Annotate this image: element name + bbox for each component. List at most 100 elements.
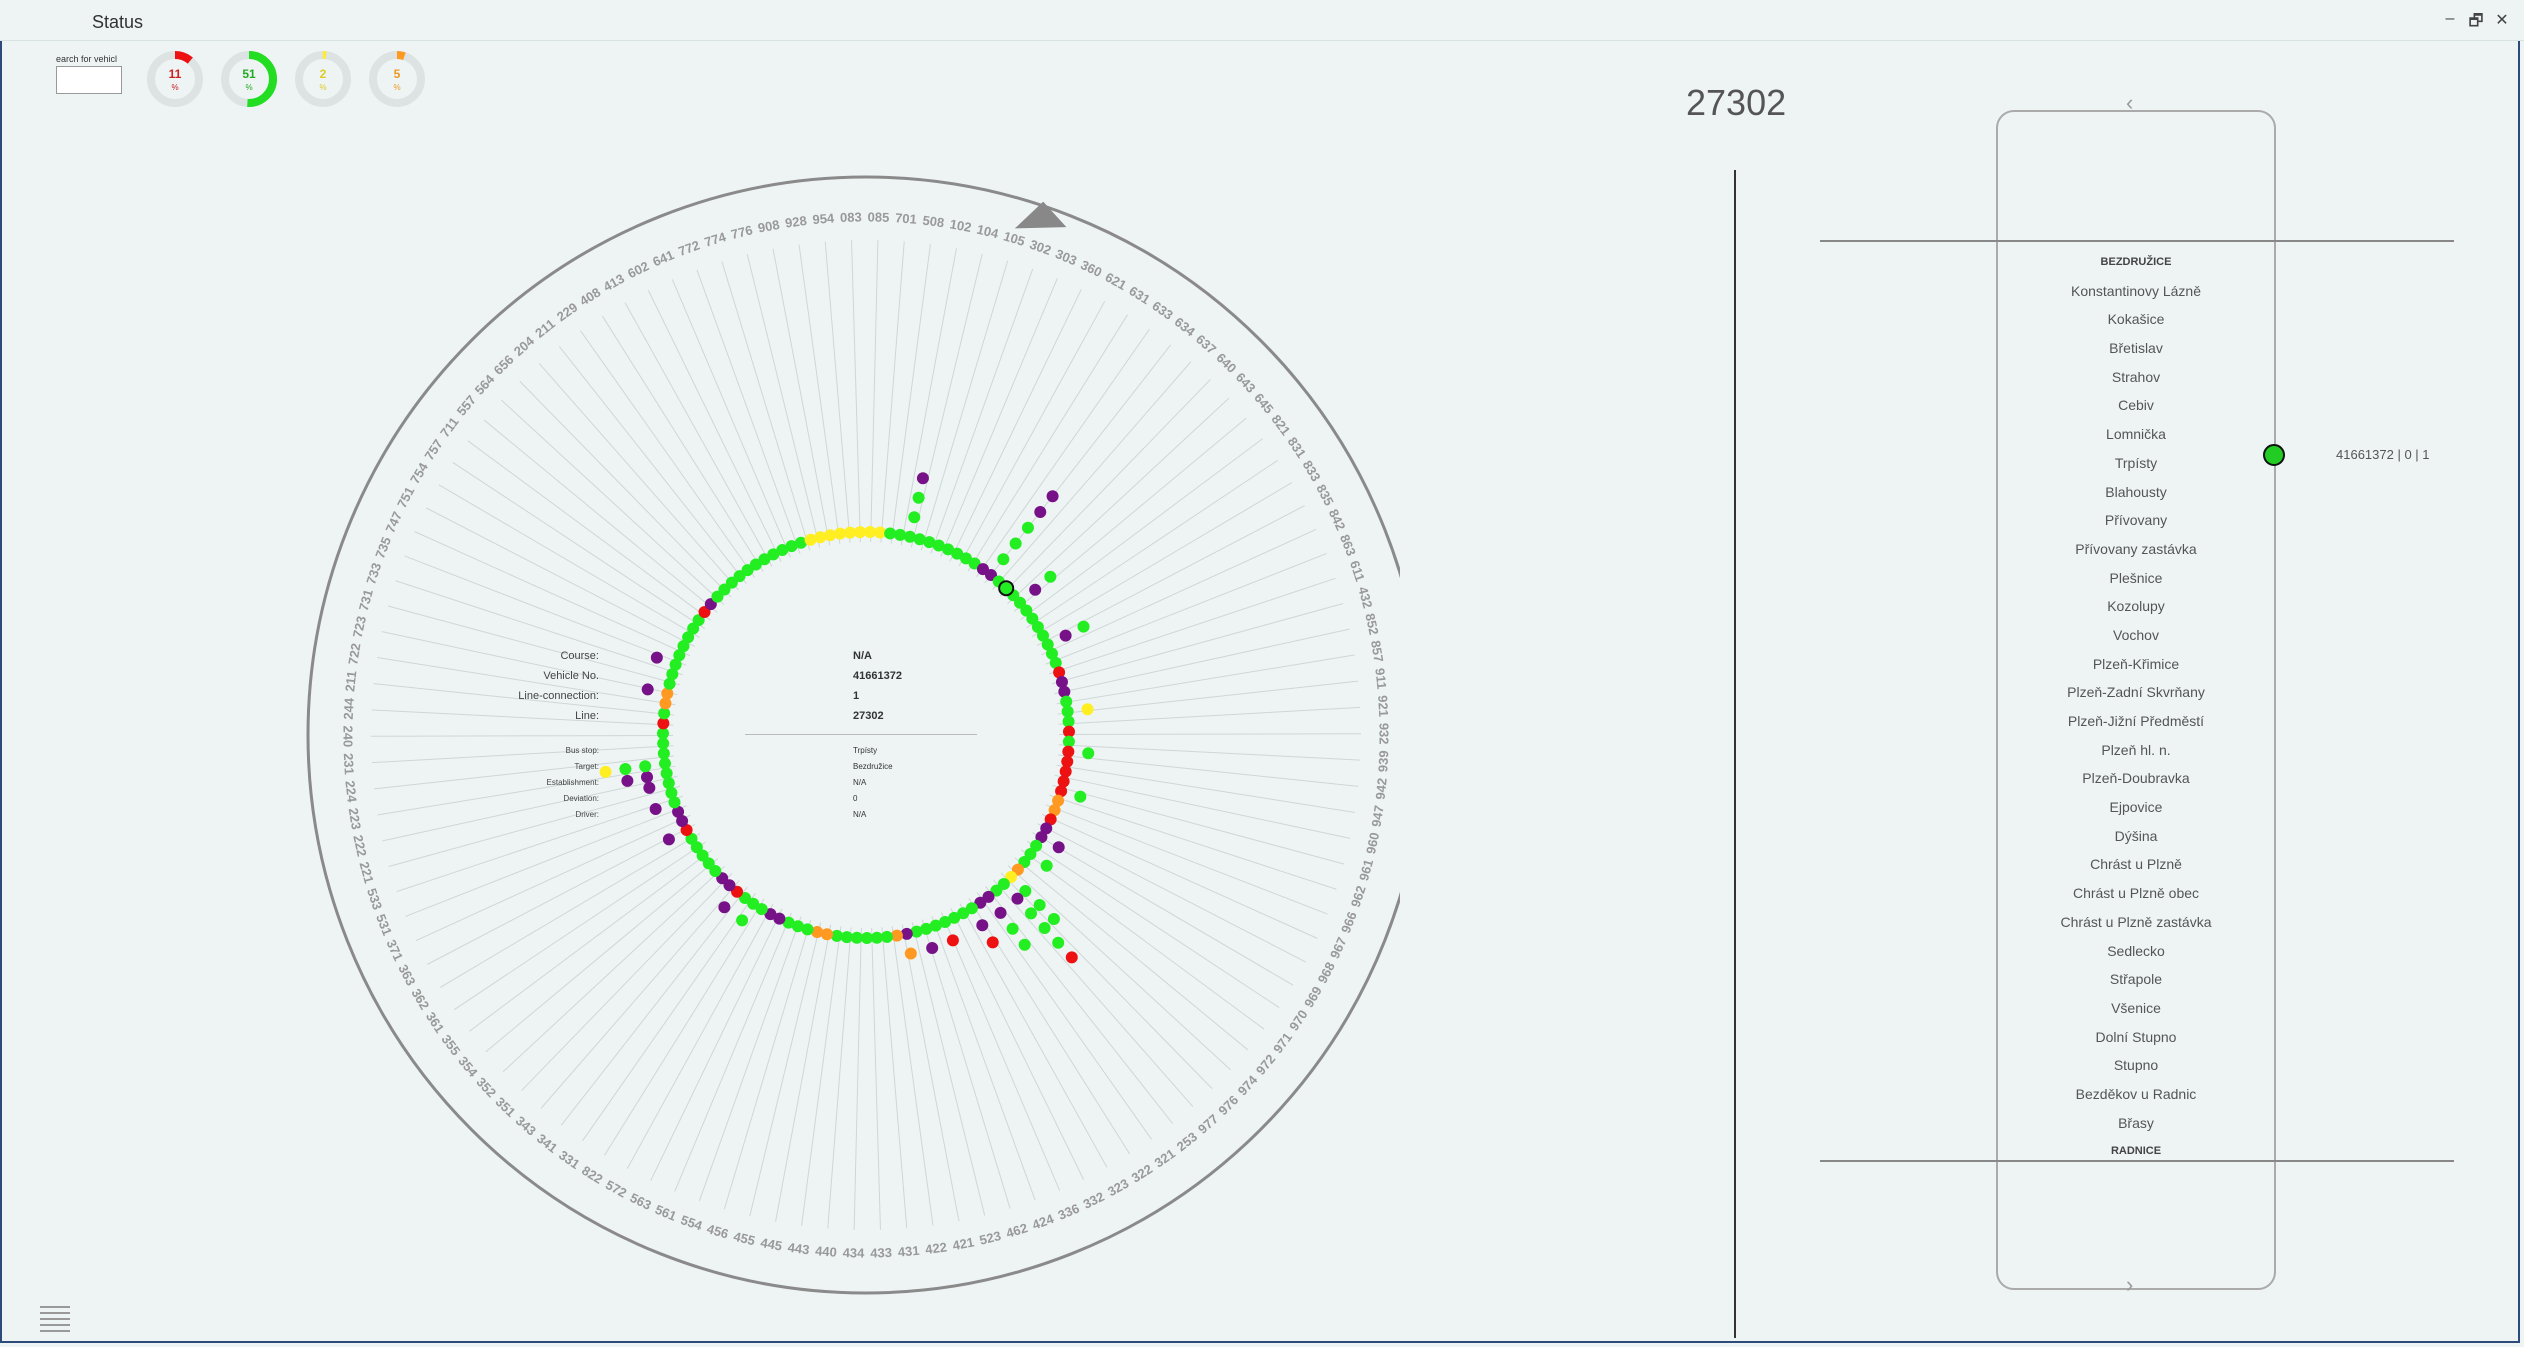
route-stop[interactable]: Přívovany zastávka: [1996, 535, 2276, 564]
route-stop[interactable]: Bezděkov u Radnic: [1996, 1080, 2276, 1109]
spoke: [453, 841, 706, 1011]
route-stop[interactable]: Plešnice: [1996, 564, 2276, 593]
spoke: [891, 926, 934, 1226]
deviation-dot: [643, 781, 656, 794]
route-stop[interactable]: Kozolupy: [1996, 592, 2276, 621]
route-stop[interactable]: Strahov: [1996, 363, 2276, 392]
spoke: [920, 260, 1009, 551]
menu-icon[interactable]: [40, 1306, 70, 1340]
spoke: [1045, 553, 1327, 665]
route-stop[interactable]: Kokašice: [1996, 305, 2276, 334]
vehicle-label: 640: [1213, 350, 1239, 376]
spoke: [1041, 813, 1318, 939]
vehicle-label: 424: [1030, 1211, 1056, 1233]
vehicle-label: 960: [1363, 831, 1382, 855]
vehicle-label: 971: [1270, 1030, 1295, 1056]
deviation-dot: [1074, 790, 1087, 803]
vehicle-label: 240: [340, 725, 355, 747]
vehicle-label: 641: [650, 247, 676, 269]
spoke: [452, 462, 706, 630]
route-stop[interactable]: Chrást u Plzně obec: [1996, 879, 2276, 908]
vehicle-label: 751: [394, 484, 417, 510]
deviation-dot: [1047, 912, 1060, 925]
spoke: [801, 926, 842, 1226]
radial-vehicle-chart: 083 085 701 508 102 104 105 302 303 3606216316336…: [306, 175, 1400, 1295]
spoke: [890, 244, 931, 544]
route-stop[interactable]: Břetislav: [1996, 334, 2276, 363]
vehicle-label: 831: [1285, 434, 1310, 460]
spoke: [371, 734, 674, 737]
route-stop[interactable]: Stupno: [1996, 1051, 2276, 1080]
vehicle-label: 863: [1337, 532, 1359, 558]
route-stop[interactable]: Plzeň-Křimice: [1996, 650, 2276, 679]
restore-button[interactable]: 🗗: [2468, 10, 2484, 37]
vehicle-label: 431: [897, 1243, 920, 1260]
spoke: [469, 850, 712, 1032]
route-stop[interactable]: Plzeň hl. n.: [1996, 736, 2276, 765]
deviation-dot: [599, 765, 612, 778]
spoke: [1056, 764, 1355, 813]
route-stop[interactable]: Dýšina: [1996, 822, 2276, 851]
spoke: [381, 631, 678, 696]
route-stop[interactable]: BEZDRUŽICE: [1996, 248, 2276, 277]
vehicle-label: 731: [356, 588, 376, 613]
route-stop[interactable]: Plzeň-Zadní Skvrňany: [1996, 678, 2276, 707]
vehicle-label: 456: [705, 1221, 730, 1242]
route-stop[interactable]: Blahousty: [1996, 478, 2276, 507]
route-stop[interactable]: Chrást u Plzně: [1996, 850, 2276, 879]
close-button[interactable]: ✕: [2494, 10, 2510, 37]
vehicle-label: 977: [1195, 1111, 1221, 1137]
route-stop[interactable]: Konstantinovy Lázně: [1996, 277, 2276, 306]
spoke: [483, 419, 718, 613]
route-stop[interactable]: Dolní Stupno: [1996, 1023, 2276, 1052]
route-stop[interactable]: Lomnička: [1996, 420, 2276, 449]
deviation-dot: [1065, 951, 1078, 964]
vehicle-label: 908: [757, 217, 781, 236]
vehicle-marker[interactable]: [2263, 444, 2285, 466]
minimize-button[interactable]: –: [2442, 10, 2458, 37]
spoke: [827, 927, 852, 1229]
route-stop[interactable]: Sedlecko: [1996, 937, 2276, 966]
vehicle-label: 947: [1369, 804, 1387, 828]
spoke: [1054, 628, 1350, 695]
vehicle-label: 336: [1056, 1201, 1082, 1223]
route-stop[interactable]: Střapole: [1996, 965, 2276, 994]
vehicle-label: 772: [676, 237, 702, 259]
deviation-dot: [1009, 537, 1022, 550]
vehicle-label: 224: [342, 780, 359, 804]
vehicle-label: 360: [1078, 257, 1104, 280]
vehicle-label: 557: [454, 392, 479, 418]
spoke: [696, 269, 801, 554]
deviation-dot: [1025, 907, 1038, 920]
spoke: [1036, 505, 1305, 647]
vehicle-label: 643: [1233, 370, 1259, 396]
route-stop[interactable]: Plzeň-Jižní Předměstí: [1996, 707, 2276, 736]
route-stop[interactable]: Plzeň-Doubravka: [1996, 764, 2276, 793]
scroll-down-arrow-icon[interactable]: ›: [2126, 1272, 2133, 1298]
vehicle-label: 969: [1301, 984, 1325, 1010]
spoke: [1058, 706, 1361, 725]
vehicle-label: 105: [1002, 228, 1027, 249]
scroll-up-arrow-icon[interactable]: ‹: [2126, 90, 2133, 116]
route-stop[interactable]: Trpísty: [1996, 449, 2276, 478]
spoke: [558, 346, 747, 584]
route-stop[interactable]: Přívovany: [1996, 506, 2276, 535]
route-stop[interactable]: Chrást u Plzně zastávka: [1996, 908, 2276, 937]
spoke: [881, 927, 908, 1229]
deviation-dot: [639, 760, 652, 773]
spoke: [626, 903, 774, 1169]
route-stop[interactable]: Břasy: [1996, 1109, 2276, 1138]
vehicle-label: 323: [1105, 1176, 1131, 1200]
route-stop[interactable]: Vochov: [1996, 621, 2276, 650]
vehicle-label: 776: [729, 222, 754, 242]
spoke: [371, 745, 674, 764]
spoke: [1049, 794, 1337, 890]
spoke: [870, 240, 879, 543]
route-stop[interactable]: Cebiv: [1996, 391, 2276, 420]
route-stop[interactable]: Ejpovice: [1996, 793, 2276, 822]
route-stop[interactable]: RADNICE: [1996, 1137, 2276, 1166]
spoke: [388, 785, 681, 867]
route-stop[interactable]: Všenice: [1996, 994, 2276, 1023]
vehicle-label: 371: [384, 937, 407, 963]
vehicle-label: 343: [513, 1113, 539, 1139]
